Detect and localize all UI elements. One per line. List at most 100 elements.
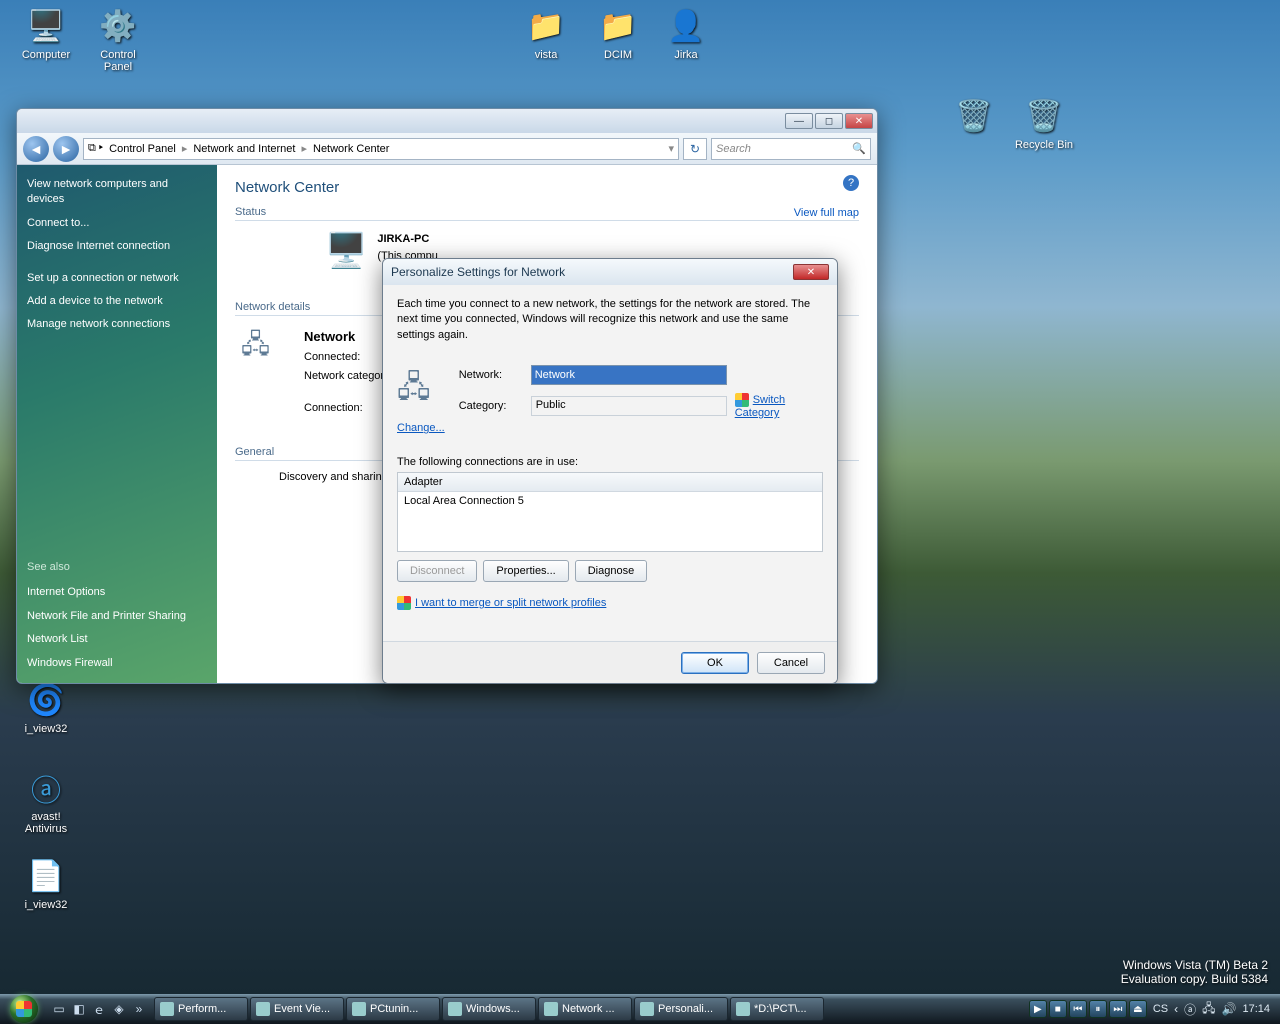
- change-icon-link[interactable]: Change...: [397, 422, 445, 434]
- computer-icon[interactable]: 🖥️ Computer: [10, 6, 82, 61]
- sidebar-manage-connections[interactable]: Manage network connections: [27, 317, 207, 332]
- sidebar-setup-connection[interactable]: Set up a connection or network: [27, 271, 207, 286]
- windows-orb-icon: [10, 995, 38, 1023]
- search-input[interactable]: Search 🔍: [711, 138, 871, 160]
- sidebar-file-printer-sharing[interactable]: Network File and Printer Sharing: [27, 609, 207, 624]
- tray-volume-icon[interactable]: 🔊: [1222, 1002, 1237, 1016]
- help-icon[interactable]: ?: [843, 175, 859, 191]
- sidebar-windows-firewall[interactable]: Windows Firewall: [27, 656, 207, 671]
- tray-chevron-icon[interactable]: ‹: [1174, 1002, 1178, 1016]
- gear-icon: ⚙️: [98, 6, 138, 46]
- connections-list[interactable]: Adapter Local Area Connection 5: [397, 472, 823, 552]
- dialog-network-icon: 🖧 Change...: [397, 365, 445, 434]
- task-icon: [544, 1002, 558, 1016]
- network-field-label: Network:: [459, 369, 523, 381]
- task-icon: [256, 1002, 270, 1016]
- back-button[interactable]: ◄: [23, 136, 49, 162]
- adapter-header[interactable]: Adapter: [398, 473, 822, 492]
- category-value: Public: [531, 396, 727, 416]
- sidebar-view-computers[interactable]: View network computers and devices: [27, 177, 207, 208]
- forward-button[interactable]: ►: [53, 136, 79, 162]
- personalize-network-dialog: Personalize Settings for Network ✕ Each …: [382, 258, 838, 684]
- bin-icon: 🗑️: [954, 96, 994, 136]
- maximize-button[interactable]: ◻: [815, 113, 843, 129]
- avast-label: avast! Antivirus: [10, 811, 82, 835]
- task-label: Network ...: [562, 1003, 615, 1015]
- adapter-row[interactable]: Local Area Connection 5: [398, 492, 822, 510]
- sidebar-diagnose[interactable]: Diagnose Internet connection: [27, 239, 207, 254]
- connected-label: Connected:: [304, 348, 393, 367]
- tray-network-icon[interactable]: 🖧: [1202, 999, 1215, 1020]
- watermark-line1: Windows Vista (TM) Beta 2: [1121, 958, 1268, 972]
- folder-vista-icon[interactable]: 📁 vista: [510, 6, 582, 61]
- ql-app[interactable]: ◈: [110, 998, 128, 1020]
- wmp-stop[interactable]: ■: [1049, 1000, 1067, 1018]
- cancel-button[interactable]: Cancel: [757, 652, 825, 674]
- wmp-next[interactable]: ⏭: [1109, 1000, 1127, 1018]
- system-tray: CS ‹ ⓐ 🖧 🔊 17:14: [1153, 999, 1276, 1020]
- sidebar-network-list[interactable]: Network List: [27, 632, 207, 647]
- language-indicator[interactable]: CS: [1153, 1003, 1168, 1015]
- ok-button[interactable]: OK: [681, 652, 749, 674]
- start-button[interactable]: [4, 994, 44, 1024]
- sidebar-internet-options[interactable]: Internet Options: [27, 585, 207, 600]
- task-event-viewer[interactable]: Event Vie...: [250, 997, 344, 1021]
- dialog-footer: OK Cancel: [383, 641, 837, 683]
- clock[interactable]: 17:14: [1242, 1003, 1270, 1015]
- dialog-titlebar[interactable]: Personalize Settings for Network ✕: [383, 259, 837, 285]
- wmp-pause[interactable]: ⏸: [1089, 1000, 1107, 1018]
- task-windows[interactable]: Windows...: [442, 997, 536, 1021]
- recycle-bin-icon[interactable]: 🗑️ Recycle Bin: [1008, 96, 1080, 151]
- refresh-button[interactable]: ↻: [683, 138, 707, 160]
- file-icon: 📄: [26, 856, 66, 896]
- network-name-input[interactable]: [531, 365, 727, 385]
- merge-profiles-link[interactable]: I want to merge or split network profile…: [415, 597, 606, 609]
- category-label: Network category:: [304, 367, 393, 386]
- ql-switch[interactable]: ◧: [70, 998, 88, 1020]
- breadcrumb-root-icon: ⧉ ▸: [88, 142, 103, 155]
- folder-jirka-icon[interactable]: 👤 Jirka: [650, 6, 722, 61]
- folder-icon: 📁: [598, 6, 638, 46]
- minimize-button[interactable]: —: [785, 113, 813, 129]
- window-titlebar[interactable]: — ◻ ✕: [17, 109, 877, 133]
- app-icon: 🌀: [26, 680, 66, 720]
- ql-ie[interactable]: ｅ: [90, 998, 108, 1020]
- wmp-toolbar: ▶ ■ ⏮ ⏸ ⏭ ⏏: [1029, 1000, 1147, 1018]
- breadcrumb-network-internet[interactable]: Network and Internet: [189, 143, 299, 155]
- folder-dcim-icon[interactable]: 📁 DCIM: [582, 6, 654, 61]
- task-pct-file[interactable]: *D:\PCT\...: [730, 997, 824, 1021]
- wmp-play-icon[interactable]: ▶: [1029, 1000, 1047, 1018]
- task-label: Event Vie...: [274, 1003, 330, 1015]
- breadcrumb[interactable]: ⧉ ▸ Control Panel ▸ Network and Internet…: [83, 138, 679, 160]
- sidebar-add-device[interactable]: Add a device to the network: [27, 294, 207, 309]
- iview32b-icon[interactable]: 📄 i_view32: [10, 856, 82, 911]
- task-performance[interactable]: Perform...: [154, 997, 248, 1021]
- breadcrumb-network-center[interactable]: Network Center: [309, 143, 393, 155]
- watermark: Windows Vista (TM) Beta 2 Evaluation cop…: [1121, 958, 1268, 986]
- dialog-close-button[interactable]: ✕: [793, 264, 829, 280]
- ql-more[interactable]: »: [130, 998, 148, 1020]
- sidebar-connect-to[interactable]: Connect to...: [27, 216, 207, 231]
- wmp-eject[interactable]: ⏏: [1129, 1000, 1147, 1018]
- task-personalize[interactable]: Personali...: [634, 997, 728, 1021]
- wmp-prev[interactable]: ⏮: [1069, 1000, 1087, 1018]
- task-pctuning[interactable]: PCtunin...: [346, 997, 440, 1021]
- avast-icon[interactable]: ⓐ avast! Antivirus: [10, 768, 82, 835]
- computer-label: Computer: [10, 49, 82, 61]
- breadcrumb-control-panel[interactable]: Control Panel: [105, 143, 180, 155]
- properties-button[interactable]: Properties...: [483, 560, 568, 582]
- quick-launch: ▭ ◧ ｅ ◈ »: [50, 998, 148, 1020]
- view-full-map-link[interactable]: View full map: [794, 207, 859, 219]
- iview32-icon[interactable]: 🌀 i_view32: [10, 680, 82, 735]
- control-panel-icon[interactable]: ⚙️ Control Panel: [82, 6, 154, 73]
- tray-av-icon[interactable]: ⓐ: [1184, 1001, 1196, 1018]
- task-network[interactable]: Network ...: [538, 997, 632, 1021]
- ql-show-desktop[interactable]: ▭: [50, 998, 68, 1020]
- diagnose-button[interactable]: Diagnose: [575, 560, 647, 582]
- recycle-bin-full-icon[interactable]: 🗑️: [946, 96, 1002, 139]
- close-button[interactable]: ✕: [845, 113, 873, 129]
- task-label: Windows...: [466, 1003, 520, 1015]
- bin-icon: 🗑️: [1024, 96, 1064, 136]
- network-icon: 🖧: [241, 326, 270, 418]
- category-field-label: Category:: [459, 400, 523, 412]
